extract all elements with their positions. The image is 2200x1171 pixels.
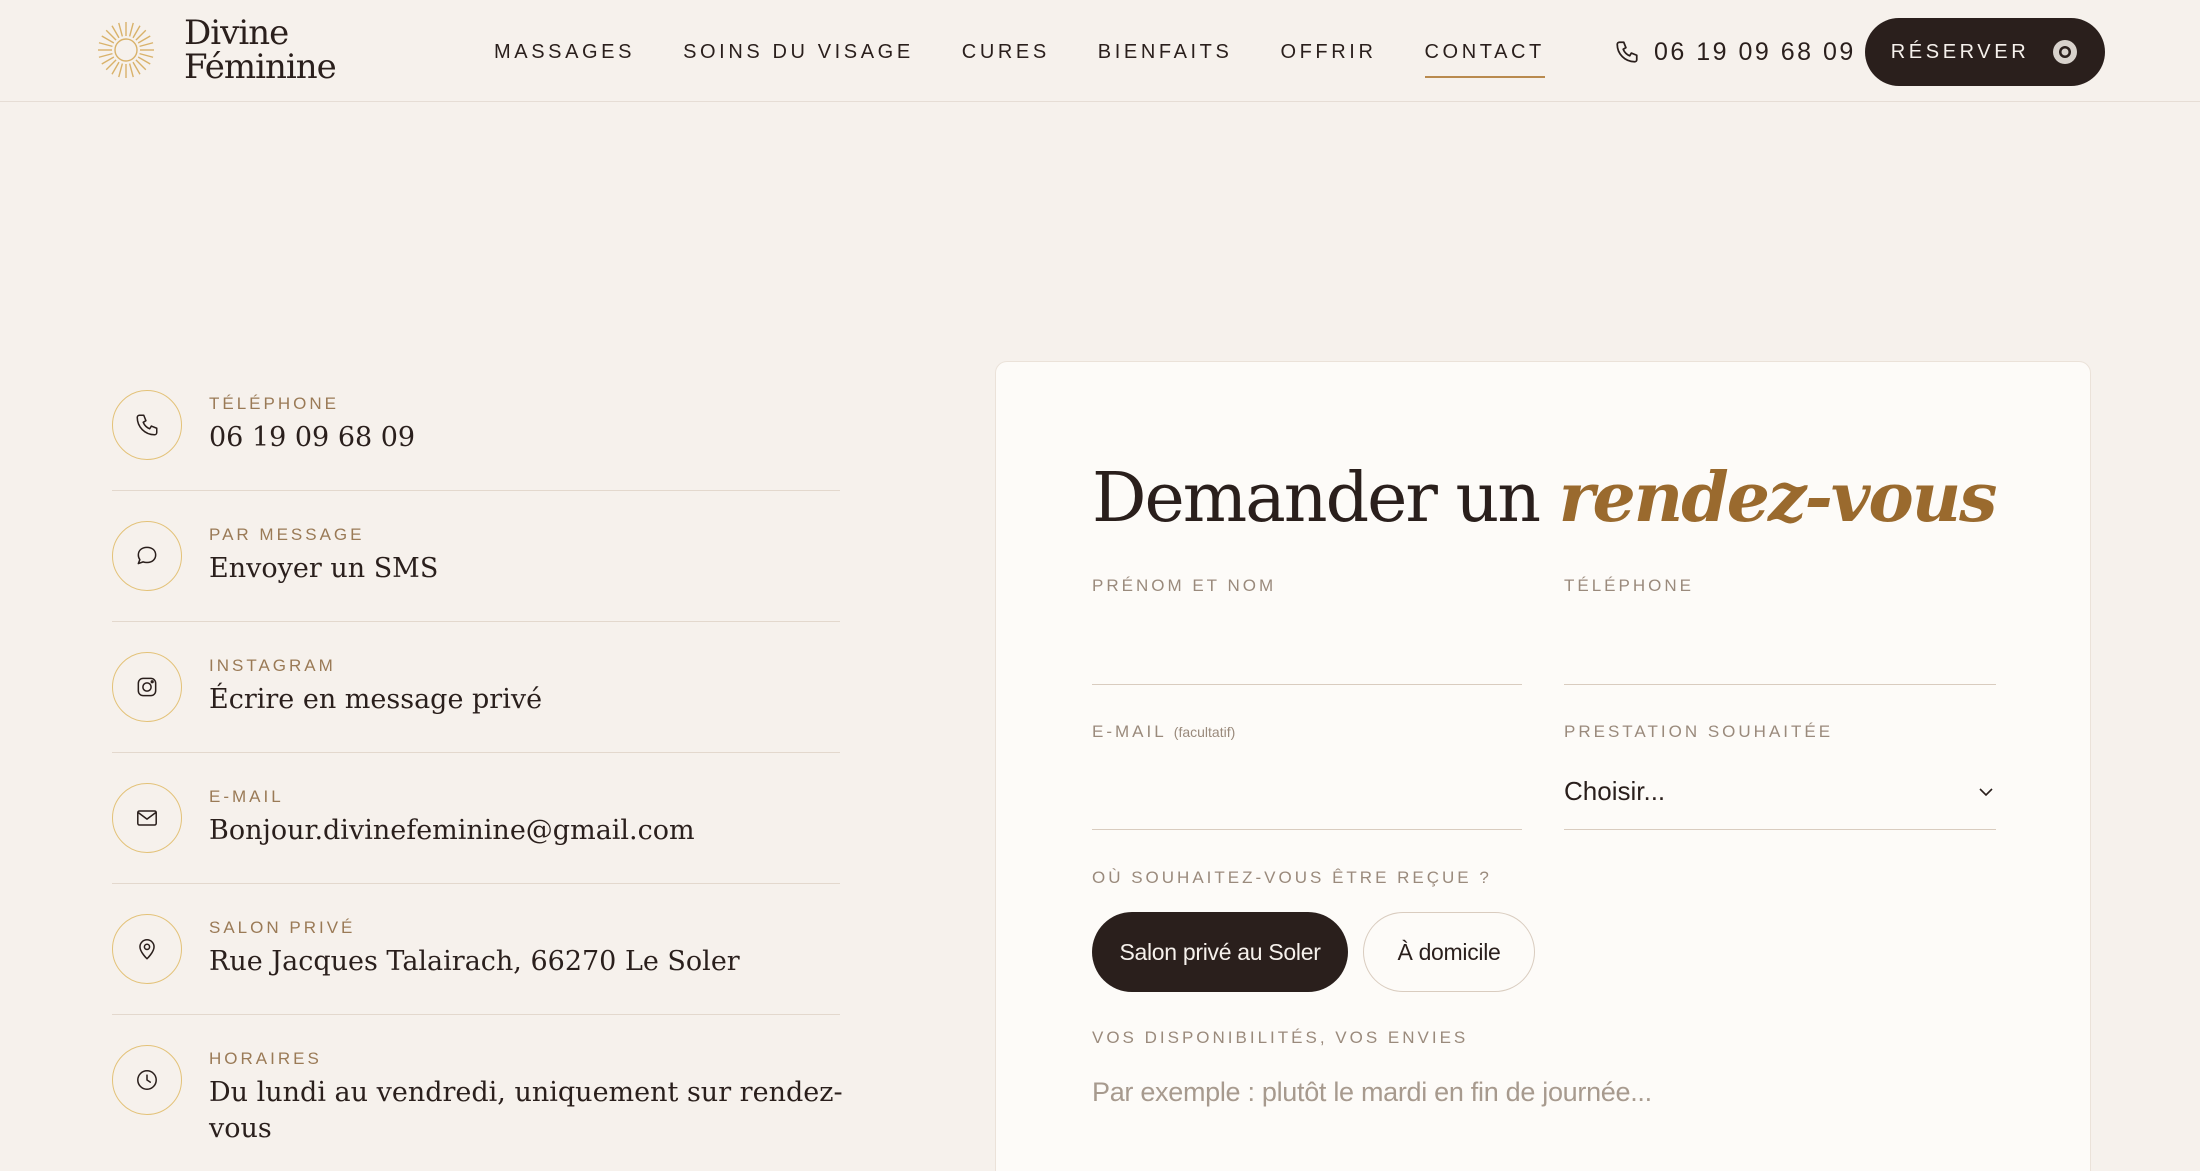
contact-label: PAR MESSAGE <box>209 525 365 544</box>
form-title-accent: rendez-vous <box>1558 458 1998 538</box>
contact-item-email[interactable]: E-MAIL Bonjour.divinefeminine@gmail.com <box>112 753 840 884</box>
contact-value: Envoyer un SMS <box>209 553 439 584</box>
header-phone-number: 06 19 09 68 09 <box>1654 37 1856 66</box>
contact-value: Bonjour.divinefeminine@gmail.com <box>209 815 695 846</box>
contact-item-phone[interactable]: TÉLÉPHONE 06 19 09 68 09 <box>112 360 840 491</box>
name-input[interactable] <box>1092 645 1522 685</box>
nav-item-massages[interactable]: MASSAGES <box>494 36 635 78</box>
contact-icon-circle <box>112 521 182 591</box>
sun-icon <box>2053 40 2078 64</box>
nav-item-soins-du-visage[interactable]: SOINS DU VISAGE <box>683 36 914 78</box>
contact-label: TÉLÉPHONE <box>209 394 339 413</box>
contact-label: SALON PRIVÉ <box>209 918 356 937</box>
phone-icon <box>1616 41 1638 63</box>
contact-value: Du lundi au vendredi, uniquement sur ren… <box>209 1077 843 1144</box>
service-label: PRESTATION SOUHAITÉE <box>1564 722 1834 741</box>
main-nav: MASSAGES SOINS DU VISAGE CURES BIENFAITS… <box>494 36 1593 78</box>
contact-item-salon[interactable]: SALON PRIVÉ Rue Jacques Talairach, 66270… <box>112 884 840 1015</box>
phone-label: TÉLÉPHONE <box>1564 576 1694 595</box>
logo-text: Divine Féminine <box>184 13 337 87</box>
site-header: Divine Féminine MASSAGES SOINS DU VISAGE… <box>0 0 2200 102</box>
service-selected-value: Choisir... <box>1564 776 1666 806</box>
contact-icon-circle <box>112 652 182 722</box>
email-optional-note: (facultatif) <box>1173 724 1236 740</box>
sun-logo-icon <box>98 22 154 78</box>
name-label: PRÉNOM ET NOM <box>1092 576 1277 595</box>
reserve-button[interactable]: RÉSERVER <box>1865 18 2105 86</box>
contact-value: Rue Jacques Talairach, 66270 Le Soler <box>209 946 740 977</box>
contact-icon-circle <box>112 390 182 460</box>
mail-icon <box>137 810 157 826</box>
appointment-form-card: Demander un rendez-vous PRÉNOM ET NOM TÉ… <box>995 361 2091 1171</box>
instagram-icon <box>137 677 157 697</box>
phone-input[interactable] <box>1564 645 1996 685</box>
header-phone-link[interactable]: 06 19 09 68 09 <box>1614 32 1856 72</box>
contact-list: TÉLÉPHONE 06 19 09 68 09 PAR MESSAGE Env… <box>112 360 843 1146</box>
contact-value: 06 19 09 68 09 <box>209 422 416 453</box>
form-title: Demander un rendez-vous <box>1092 458 1998 538</box>
availability-textarea[interactable]: Par exemple : plutôt le mardi en fin de … <box>1092 1077 1992 1117</box>
location-option-home[interactable]: À domicile <box>1363 912 1535 992</box>
contact-icon-circle <box>112 914 182 984</box>
reserve-button-label: RÉSERVER <box>1890 40 2030 63</box>
chevron-down-icon <box>1979 787 1993 796</box>
form-title-plain: Demander un <box>1092 459 1541 538</box>
contact-label: E-MAIL <box>209 787 284 806</box>
contact-item-instagram[interactable]: INSTAGRAM Écrire en message privé <box>112 622 840 753</box>
location-label: OÙ SOUHAITEZ-VOUS ÊTRE REÇUE ? <box>1092 868 1492 887</box>
nav-item-bienfaits[interactable]: BIENFAITS <box>1098 36 1233 78</box>
phone-icon <box>136 414 158 436</box>
email-label-text: E-MAIL <box>1092 722 1167 741</box>
logo-line-1: Divine <box>184 13 289 53</box>
logo[interactable]: Divine Féminine <box>96 13 337 87</box>
nav-item-offrir[interactable]: OFFRIR <box>1280 36 1376 78</box>
contact-label: INSTAGRAM <box>209 656 336 675</box>
location-pin-icon <box>139 939 155 960</box>
service-select[interactable]: Choisir... <box>1564 760 1996 830</box>
clock-icon <box>137 1070 157 1090</box>
nav-item-contact[interactable]: CONTACT <box>1424 36 1545 78</box>
contact-icon-circle <box>112 783 182 853</box>
logo-line-2: Féminine <box>184 47 337 87</box>
contact-icon-circle <box>112 1045 182 1115</box>
email-input[interactable] <box>1092 790 1522 830</box>
contact-value: Écrire en message privé <box>209 684 543 715</box>
location-option-salon[interactable]: Salon privé au Soler <box>1092 912 1348 992</box>
email-label: E-MAIL (facultatif) <box>1092 722 1235 742</box>
contact-label: HORAIRES <box>209 1049 322 1068</box>
contact-item-sms[interactable]: PAR MESSAGE Envoyer un SMS <box>112 491 840 622</box>
chat-icon <box>137 546 157 565</box>
availability-label: VOS DISPONIBILITÉS, VOS ENVIES <box>1092 1028 1469 1047</box>
contact-item-hours: HORAIRES Du lundi au vendredi, uniquemen… <box>112 1015 843 1146</box>
nav-item-cures[interactable]: CURES <box>962 36 1050 78</box>
